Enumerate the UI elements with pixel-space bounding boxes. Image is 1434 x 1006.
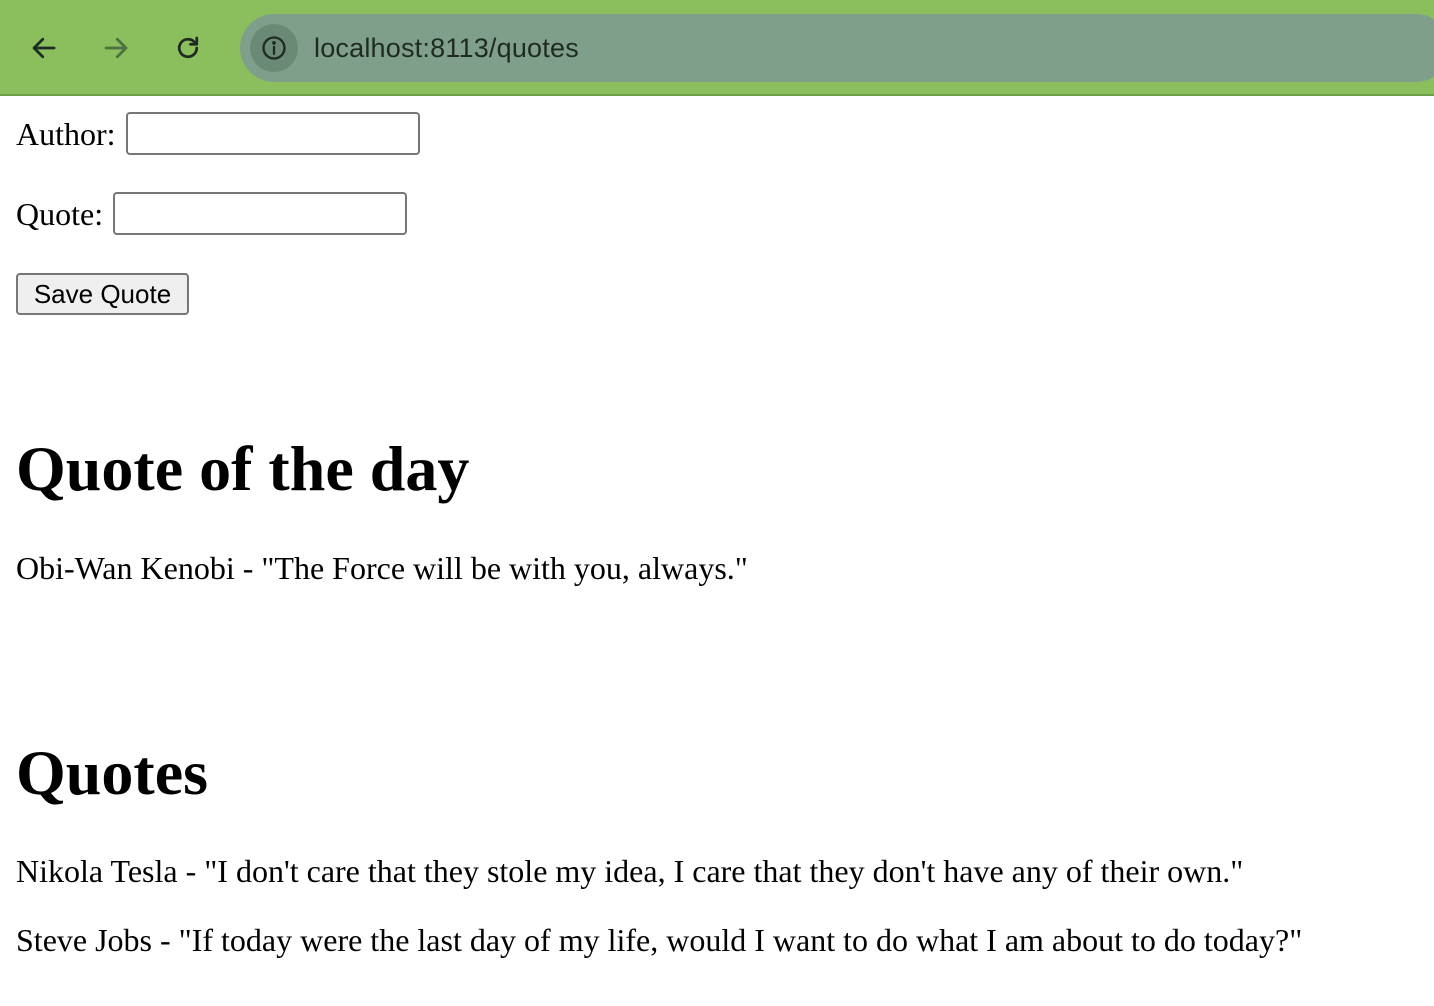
quote-label: Quote: [16,195,104,232]
author-input[interactable] [125,112,420,155]
address-bar[interactable]: localhost:8113/quotes [240,14,1434,82]
arrow-left-icon [32,37,56,59]
save-quote-button[interactable]: Save Quote [16,273,189,315]
forward-button[interactable] [90,22,142,74]
site-info-button[interactable] [250,24,298,72]
quote-field-row: Quote: [16,192,408,235]
author-field-row: Author: [16,112,420,155]
browser-toolbar: localhost:8113/quotes [0,0,1434,96]
url-text[interactable]: localhost:8113/quotes [314,30,579,66]
quote-list-item: Steve Jobs - "If today were the last day… [16,922,1303,958]
quote-input[interactable] [113,192,408,235]
back-button[interactable] [18,22,70,74]
quote-of-the-day-heading: Quote of the day [16,433,470,504]
author-label: Author: [16,115,116,152]
reload-button[interactable] [162,22,214,74]
quote-of-the-day-text: Obi-Wan Kenobi - "The Force will be with… [16,550,748,586]
reload-icon [177,36,199,59]
quotes-heading: Quotes [16,737,208,808]
quote-list-item: Nikola Tesla - "I don't care that they s… [16,853,1244,889]
info-icon [262,36,286,60]
arrow-right-icon [104,37,128,59]
